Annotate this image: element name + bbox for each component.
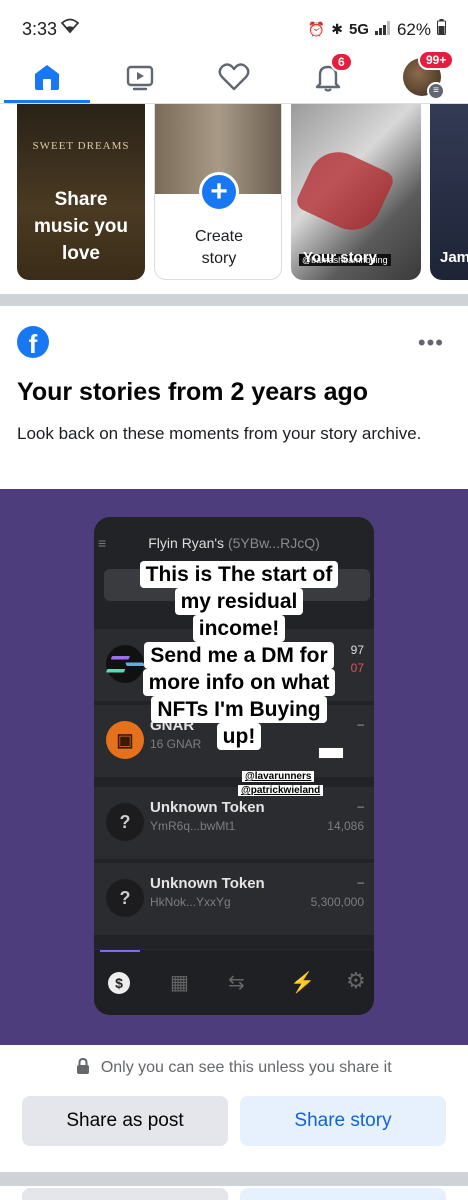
heart-icon xyxy=(218,63,250,91)
story-label: Jam xyxy=(440,249,468,266)
privacy-note: Only you can see this unless you share i… xyxy=(0,1057,468,1077)
status-time: 3:33 xyxy=(22,19,58,39)
create-story-card[interactable]: + Create story xyxy=(154,104,282,280)
token-row: ? Unknown Token YmR6q...bwMt1 – 14,086 xyxy=(94,787,374,859)
menu-tab[interactable]: ≡ 99+ xyxy=(392,50,455,100)
notifications-tab[interactable]: 6 xyxy=(298,52,358,98)
active-tab-indicator xyxy=(4,100,90,103)
wallet-name: Flyin Ryan's xyxy=(148,535,225,551)
token-dash: – xyxy=(357,717,364,731)
next-card-button-peek xyxy=(22,1188,228,1200)
caption-line: NFTs I'm Buying xyxy=(151,696,327,723)
friend-story-card[interactable]: Jam xyxy=(430,104,468,280)
caption-line: more info on what xyxy=(142,669,336,696)
token-dash: – xyxy=(357,799,364,813)
network-label: 5G xyxy=(348,21,369,38)
alarm-icon: ⏰ xyxy=(307,21,326,37)
top-nav: 6 ≡ 99+ xyxy=(0,50,468,104)
wallet-header: Flyin Ryan's (5YBw...RJcQ) xyxy=(94,535,374,551)
token-name: Unknown Token xyxy=(150,799,265,816)
token-sub: HkNok...YxxYg xyxy=(150,895,231,909)
stories-tray: SWEET DREAMS Share music you love + Crea… xyxy=(0,104,468,294)
section-divider xyxy=(0,1172,468,1186)
share-story-button[interactable]: Share story xyxy=(240,1096,446,1146)
video-tab[interactable] xyxy=(110,56,170,98)
menu-badge: 99+ xyxy=(418,50,455,70)
home-icon xyxy=(35,65,59,90)
status-indicators: ⏰ ✱ 5G 62% xyxy=(308,19,446,40)
mention-tag: @lavarunners xyxy=(242,771,315,782)
unknown-token-icon: ? xyxy=(106,879,144,917)
your-story-card[interactable]: @bamashbamnbping Your story xyxy=(291,104,421,280)
token-row: ? Unknown Token HkNok...YxxYg – 5,300,00… xyxy=(94,863,374,935)
wallet-bottom-nav: $ ▦ ⇆ ⚡ ⚙ xyxy=(94,949,374,1015)
dating-tab[interactable] xyxy=(204,56,264,98)
memory-story-preview[interactable]: ≡ Flyin Ryan's (5YBw...RJcQ) 97 07 ▣ GNA… xyxy=(0,489,468,1045)
bolt-icon: ⚡ xyxy=(290,972,315,994)
dollar-icon: $ xyxy=(108,972,130,994)
story-label: Create story xyxy=(194,228,244,267)
menu-icon: ≡ xyxy=(427,82,445,100)
memory-title: Your stories from 2 years ago xyxy=(17,378,369,406)
status-bar: 3:33 ⏰ ✱ 5G 62% xyxy=(0,0,468,56)
battery-percent: 62% xyxy=(396,19,431,39)
swap-icon: ⇆ xyxy=(228,972,245,994)
lock-icon xyxy=(76,1057,94,1076)
section-divider xyxy=(0,294,468,306)
token-dash: – xyxy=(357,875,364,889)
grid-icon: ▦ xyxy=(170,972,189,994)
story-label: Share music you love xyxy=(34,189,128,264)
share-music-story-card[interactable]: SWEET DREAMS Share music you love xyxy=(17,104,145,280)
token-amount: 5,300,000 xyxy=(310,895,364,909)
unknown-token-icon: ? xyxy=(106,803,144,841)
wallet-address: (5YBw...RJcQ) xyxy=(227,535,320,551)
home-tab[interactable] xyxy=(17,56,77,98)
story-photo-shoes xyxy=(293,142,397,240)
video-icon xyxy=(126,65,154,91)
token-sub: YmR6q...bwMt1 xyxy=(150,819,236,833)
next-card-button-peek xyxy=(240,1188,446,1200)
battery-icon xyxy=(437,19,446,40)
bluetooth-icon: ✱ xyxy=(331,21,343,37)
plus-icon[interactable]: + xyxy=(199,172,239,212)
token-name: Unknown Token xyxy=(150,875,265,892)
story-label: Your story xyxy=(303,249,377,266)
caption-line: up! xyxy=(216,723,262,750)
notifications-badge: 6 xyxy=(330,52,353,72)
story-caption: This is The start of my residual income!… xyxy=(124,561,354,750)
share-as-post-button[interactable]: Share as post xyxy=(22,1096,228,1146)
signal-icon xyxy=(374,20,391,40)
mention-tag: @patrickwieland xyxy=(238,785,324,796)
caption-line: Send me a DM for xyxy=(144,642,334,669)
active-indicator xyxy=(100,950,140,952)
wifi-icon xyxy=(60,18,80,39)
more-options-icon[interactable]: ••• xyxy=(418,330,444,356)
gear-icon: ⚙ xyxy=(346,968,366,993)
privacy-text: Only you can see this unless you share i… xyxy=(100,1059,392,1076)
token-amount: 14,086 xyxy=(327,819,364,833)
caption-line: my residual xyxy=(174,588,304,615)
album-art-title: SWEET DREAMS xyxy=(32,140,130,152)
qr-sticker xyxy=(318,747,344,759)
caption-line: This is The start of xyxy=(139,561,339,588)
caption-line: income! xyxy=(192,615,286,642)
memory-subtitle: Look back on these moments from your sto… xyxy=(17,424,422,443)
facebook-logo-icon: f xyxy=(17,326,49,358)
